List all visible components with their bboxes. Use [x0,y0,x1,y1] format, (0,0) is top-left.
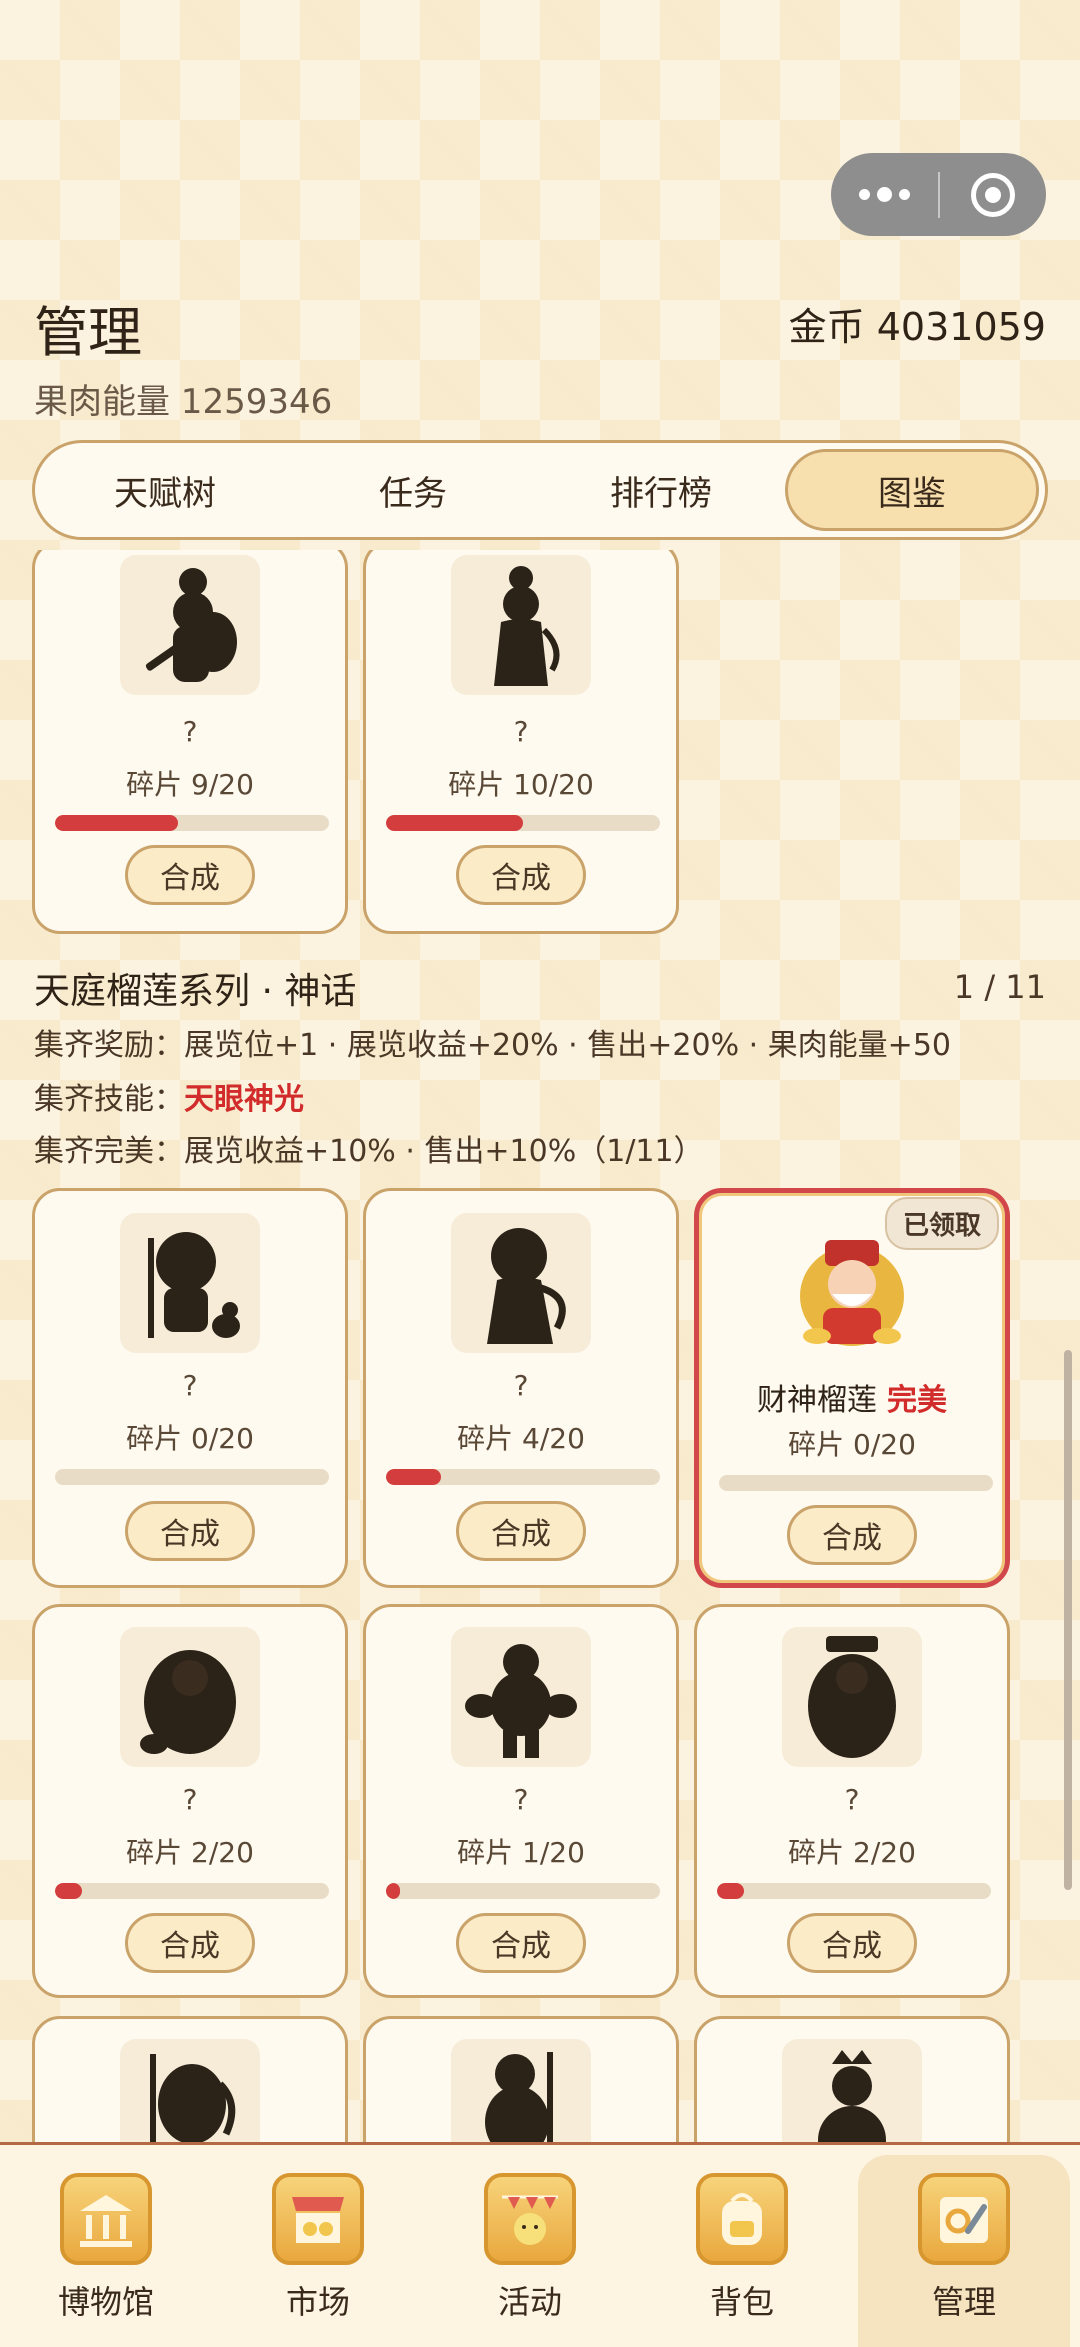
collection-card-perfect[interactable]: 已领取 财神榴莲 完美 碎片 0/20 合成 [694,1188,1010,1588]
tab-talent-tree[interactable]: 天赋树 [41,449,289,531]
nav-label: 市场 [285,2283,350,2321]
fragment-progress-bar [55,815,329,831]
series-title: 天庭榴莲系列 · 神话 [34,971,357,1012]
manage-icon [918,2173,1010,2265]
card-name: 财神榴莲 完美 [757,1383,947,1418]
synthesize-button[interactable]: 合成 [125,845,255,905]
fragment-count: 碎片 9/20 [126,768,254,801]
synthesize-button[interactable]: 合成 [787,1913,917,1973]
synthesize-button[interactable]: 合成 [787,1505,917,1565]
bottom-navigation: 博物馆 市场 活动 背包 管理 [0,2142,1080,2347]
collection-card[interactable]: ? 碎片 0/20 合成 [32,1188,348,1588]
fragment-count: 碎片 0/20 [788,1428,916,1461]
synthesize-button[interactable]: 合成 [125,1501,255,1561]
collection-card[interactable]: ? 碎片 2/20 合成 [694,1604,1010,1998]
fragment-count: 碎片 4/20 [457,1422,585,1455]
card-name: ? [844,1783,860,1816]
silhouette-official-icon [782,1627,922,1767]
collection-card[interactable] [32,2016,348,2142]
synthesize-button[interactable]: 合成 [456,1501,586,1561]
collection-card[interactable] [694,2016,1010,2142]
nav-label: 背包 [709,2283,774,2321]
silhouette-general-icon [120,1213,260,1353]
god-of-wealth-durian-icon [782,1221,922,1361]
nav-events[interactable]: 活动 [424,2145,636,2347]
silhouette-warrior-icon [120,555,260,695]
miniprogram-capsule [831,153,1046,236]
page-title: 管理 [34,301,142,364]
fragment-count: 碎片 10/20 [448,768,594,801]
tab-bar: 天赋树 任务 排行榜 图鉴 [32,440,1048,540]
silhouette-lady-icon [451,555,591,695]
card-name: ? [182,715,198,748]
nav-museum[interactable]: 博物馆 [0,2145,212,2347]
card-name: ? [182,1369,198,1402]
silhouette-spear-icon [120,2039,260,2142]
event-icon [484,2173,576,2265]
fragment-progress-bar [386,815,660,831]
synthesize-button[interactable]: 合成 [456,1913,586,1973]
collection-card[interactable] [363,2016,679,2142]
series-reward: 集齐奖励：展览位+1 · 展览收益+20% · 售出+20% · 果肉能量+50 [34,1028,951,1063]
fragment-progress-bar [386,1883,660,1899]
synthesize-button[interactable]: 合成 [125,1913,255,1973]
market-icon [272,2173,364,2265]
synthesize-button[interactable]: 合成 [456,845,586,905]
series-skill: 集齐技能：天眼神光 [34,1082,304,1117]
series-progress-count: 1 / 11 [953,968,1046,1006]
more-menu-icon[interactable] [831,187,938,202]
silhouette-staff-icon [451,2039,591,2142]
skill-name: 天眼神光 [184,1082,304,1117]
backpack-icon [696,2173,788,2265]
card-name: ? [513,715,529,748]
fragment-count: 碎片 1/20 [457,1836,585,1869]
collection-scroll-area[interactable]: ? 碎片 9/20 合成 ? 碎片 10/20 合成 天庭榴莲系列 · 神话 1… [0,550,1080,2142]
fragment-progress-bar [55,1469,329,1485]
collection-card[interactable]: ? 碎片 4/20 合成 [363,1188,679,1588]
nav-backpack[interactable]: 背包 [636,2145,848,2347]
nav-label: 活动 [497,2283,562,2321]
nav-label: 博物馆 [57,2283,154,2321]
silhouette-elder-icon [120,1627,260,1767]
collection-card[interactable]: ? 碎片 9/20 合成 [32,550,348,934]
silhouette-strongman-icon [451,1627,591,1767]
silhouette-fairy-icon [451,1213,591,1353]
tab-collection[interactable]: 图鉴 [785,449,1039,531]
fragment-progress-bar [55,1883,329,1899]
tab-tasks[interactable]: 任务 [289,449,537,531]
nav-manage[interactable]: 管理 [858,2155,1070,2347]
card-name: ? [513,1783,529,1816]
fragment-progress-bar [717,1883,991,1899]
fragment-progress-bar [719,1475,993,1491]
collection-card[interactable]: ? 碎片 10/20 合成 [363,550,679,934]
collection-card[interactable]: ? 碎片 2/20 合成 [32,1604,348,1998]
collection-card[interactable]: ? 碎片 1/20 合成 [363,1604,679,1998]
fragment-progress-bar [386,1469,660,1485]
perfect-tag: 完美 [887,1383,947,1418]
nav-market[interactable]: 市场 [212,2145,424,2347]
tab-leaderboard[interactable]: 排行榜 [537,449,785,531]
museum-icon [60,2173,152,2265]
pulp-energy: 果肉能量 1259346 [34,382,333,422]
vertical-scrollbar[interactable] [1064,1350,1072,1890]
close-miniprogram-icon[interactable] [940,172,1046,217]
card-name: ? [182,1783,198,1816]
fragment-count: 碎片 2/20 [126,1836,254,1869]
fragment-count: 碎片 2/20 [788,1836,916,1869]
series-perfect: 集齐完美：展览收益+10% · 售出+10%（1/11） [34,1134,704,1169]
nav-label: 管理 [931,2283,996,2321]
card-name: ? [513,1369,529,1402]
silhouette-crowned-icon [782,2039,922,2142]
coin-balance: 金币 4031059 [788,305,1046,349]
fragment-count: 碎片 0/20 [126,1422,254,1455]
